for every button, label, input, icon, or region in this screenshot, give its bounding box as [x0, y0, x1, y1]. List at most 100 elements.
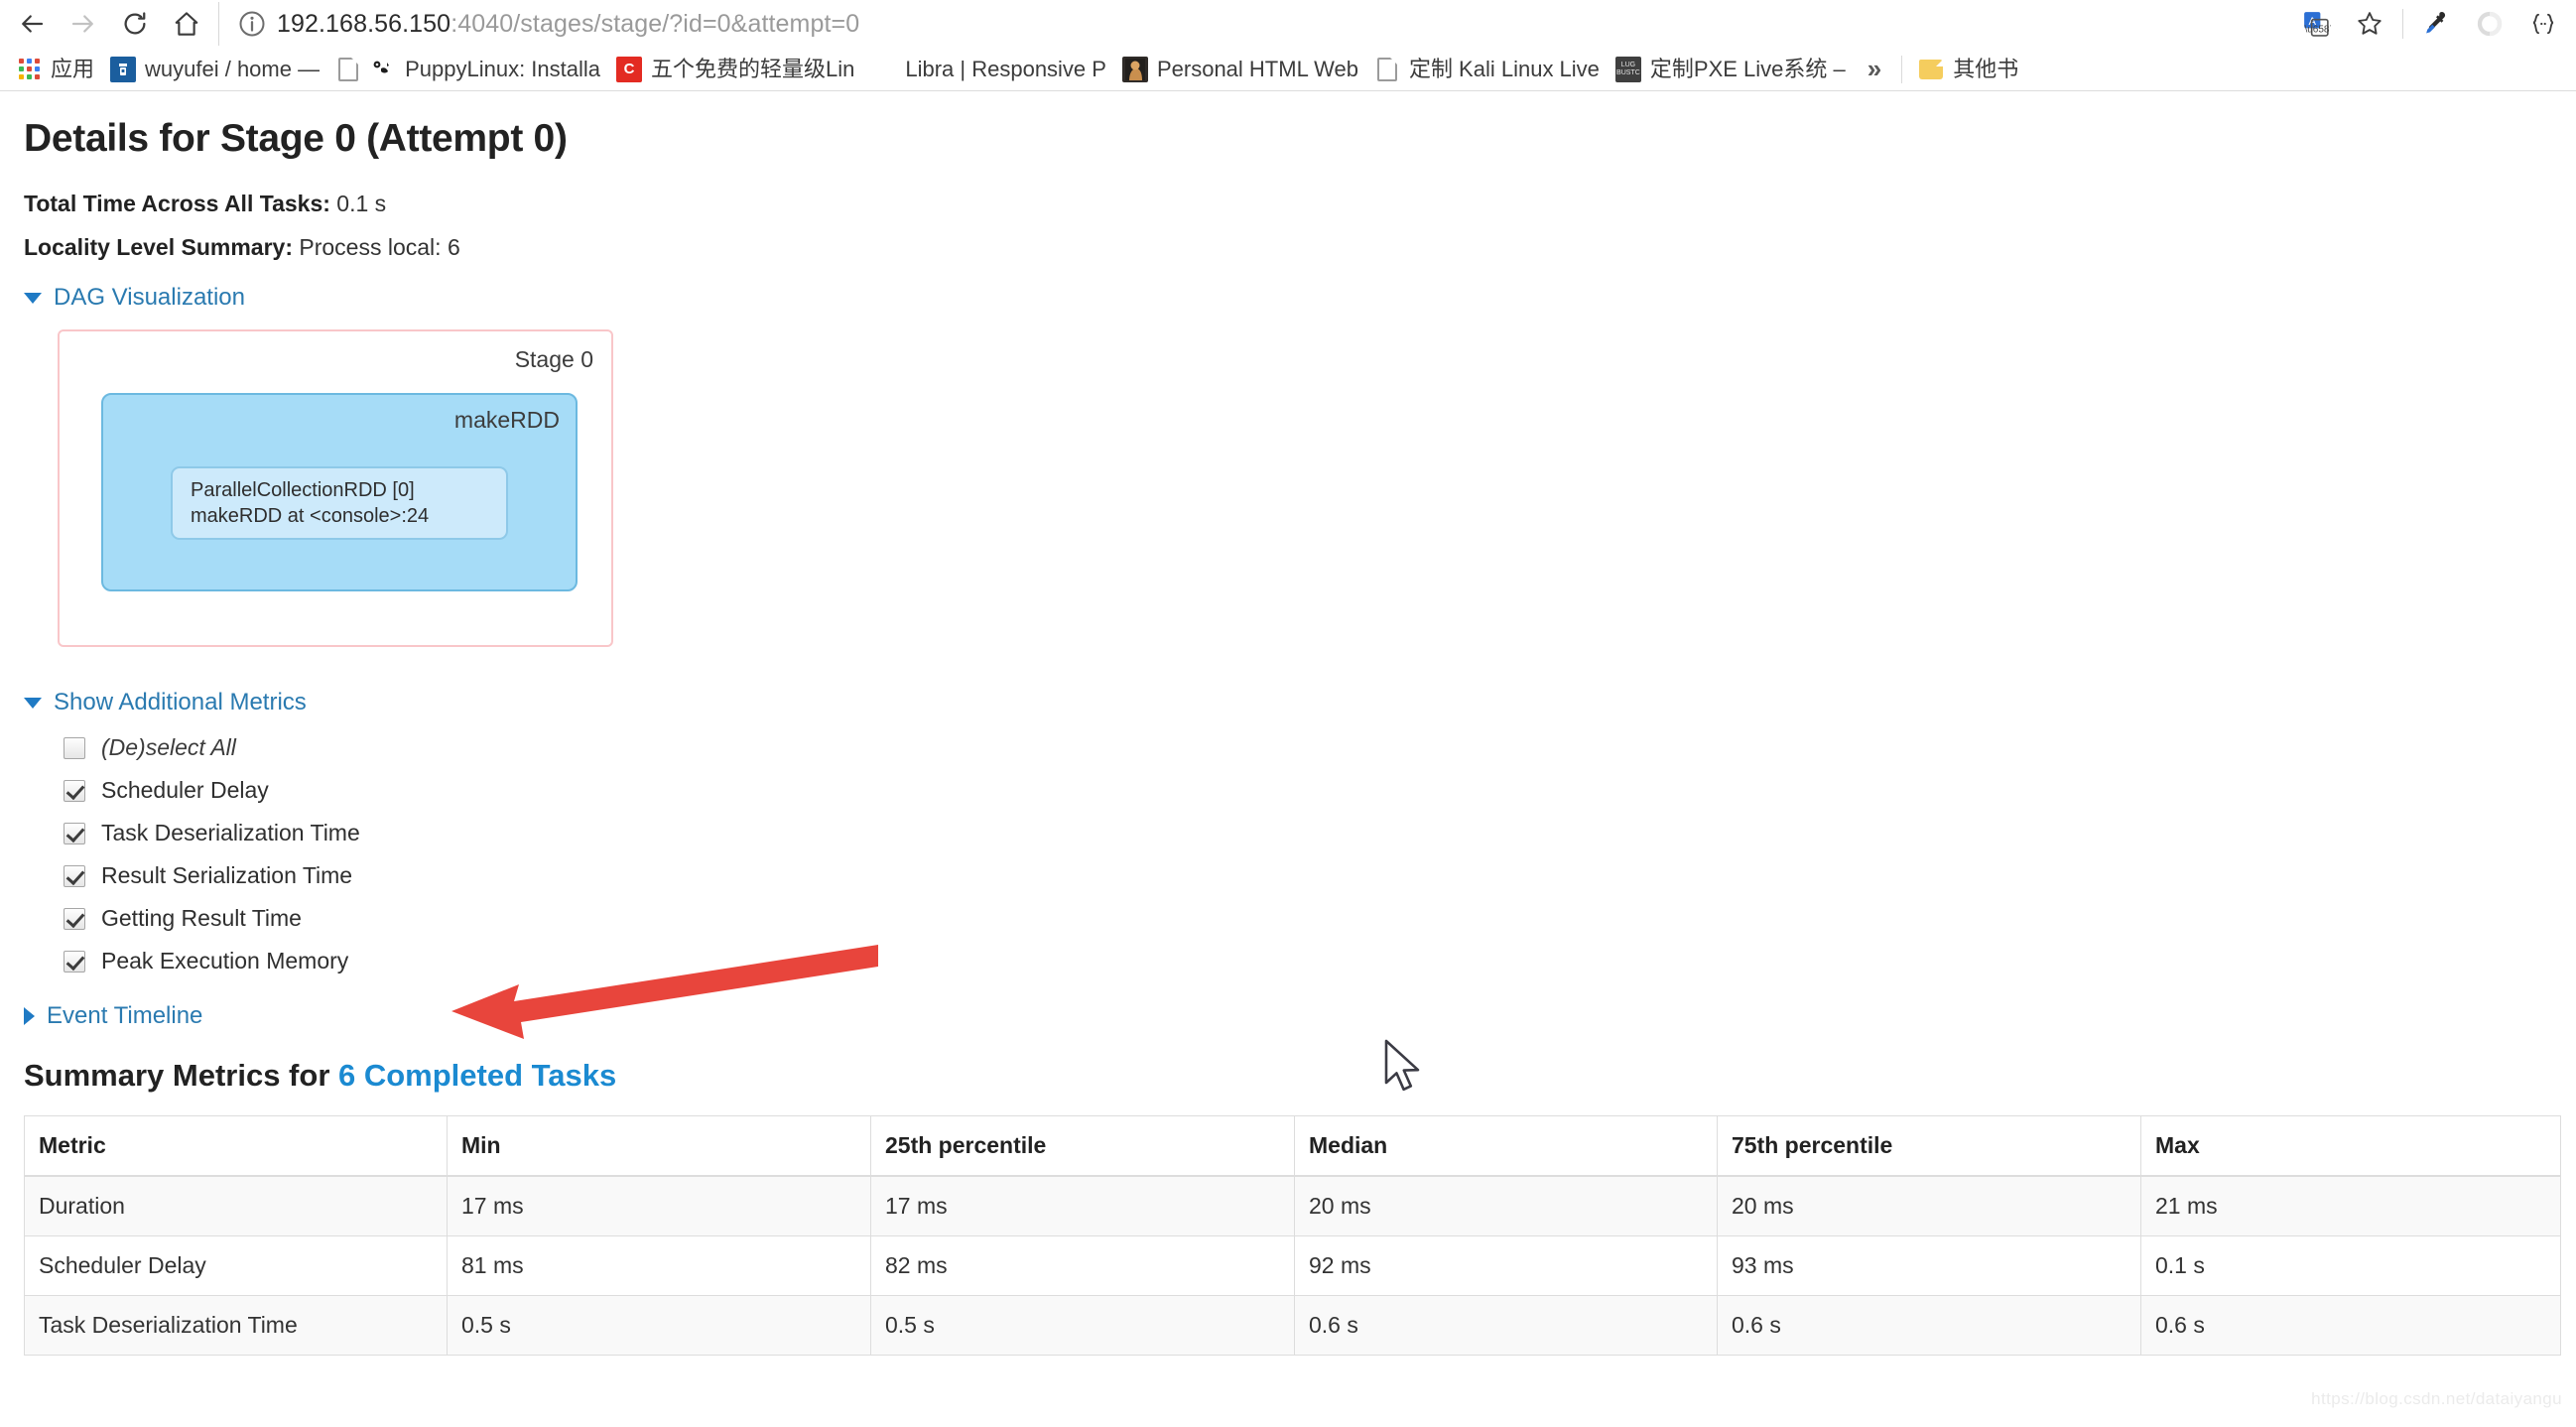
cell-metric: Task Deserialization Time [24, 1295, 448, 1356]
table-row: Duration 17 ms 17 ms 20 ms 20 ms 21 ms [24, 1175, 2561, 1236]
scheduler-delay-checkbox[interactable] [64, 779, 85, 802]
result-serialization-time-checkbox[interactable] [64, 864, 85, 887]
bookmark-item-pxe-live[interactable]: LUG BUSTC 定制PXE Live系统 – [1608, 52, 1854, 87]
metric-option-peak-execution-memory[interactable]: Peak Execution Memory [64, 940, 2552, 982]
dag-visualization-toggle[interactable]: DAG Visualization [24, 284, 2552, 312]
metric-option-getting-result-time[interactable]: Getting Result Time [64, 897, 2552, 940]
blank-favicon-icon [870, 57, 896, 82]
toolbar-actions: A \u6587 [2289, 2, 2570, 46]
dag-visualization-label: DAG Visualization [54, 284, 245, 311]
apps-grid-icon [16, 57, 42, 82]
dag-rdd-node[interactable]: ParallelCollectionRDD [0] makeRDD at <co… [171, 466, 508, 540]
circle-icon [2477, 11, 2503, 37]
translate-icon[interactable]: A \u6587 [2289, 2, 2343, 46]
cell-min: 0.5 s [447, 1295, 871, 1356]
getting-result-time-checkbox[interactable] [64, 907, 85, 930]
bookmark-label: PuppyLinux: Installa [405, 56, 600, 81]
locality-value: Process local: 6 [299, 234, 460, 260]
metric-option-task-deserialization-time[interactable]: Task Deserialization Time [64, 812, 2552, 854]
bookmark-item-puppylinux[interactable]: PuppyLinux: Installa [327, 52, 608, 87]
metric-option-result-serialization-time[interactable]: Result Serialization Time [64, 854, 2552, 897]
column-header-25th[interactable]: 25th percentile [870, 1115, 1295, 1177]
bookmark-item-libra[interactable]: Libra | Responsive P [862, 52, 1114, 87]
column-header-median[interactable]: Median [1294, 1115, 1718, 1177]
url-path: :4040/stages/stage/?id=0&attempt=0 [451, 9, 860, 38]
event-timeline-toggle[interactable]: Event Timeline [24, 1002, 2552, 1030]
bookmark-item-csdn[interactable]: C 五个免费的轻量级Lin [608, 52, 862, 87]
bookmark-label: 定制PXE Live系统 – [1649, 56, 1846, 81]
deselect-all-checkbox[interactable] [64, 736, 85, 759]
caret-down-icon [24, 292, 42, 304]
completed-tasks-link[interactable]: 6 Completed Tasks [338, 1058, 616, 1093]
table-header-row: Metric Min 25th percentile Median 75th p… [24, 1115, 2561, 1177]
cell-metric: Scheduler Delay [24, 1235, 448, 1296]
bookmarks-divider [1901, 55, 1903, 83]
metric-option-scheduler-delay[interactable]: Scheduler Delay [64, 769, 2552, 812]
bookmarks-overflow-button[interactable]: » [1854, 54, 1893, 84]
additional-metrics-list: (De)select All Scheduler Delay Task Dese… [64, 726, 2552, 982]
bookmark-other-bookmarks[interactable]: 其他书 [1910, 52, 2026, 87]
arrow-left-icon [22, 15, 44, 33]
bookmark-star-icon[interactable] [2343, 2, 2396, 46]
total-time-value: 0.1 s [336, 191, 387, 216]
total-time-line: Total Time Across All Tasks: 0.1 s [24, 189, 2552, 218]
cell-median: 92 ms [1294, 1235, 1718, 1296]
browser-chrome: 192.168.56.150:4040/stages/stage/?id=0&a… [0, 0, 2576, 91]
eyedropper-extension-icon[interactable] [2409, 2, 2463, 46]
spark-stage-page: Details for Stage 0 (Attempt 0) Total Ti… [0, 91, 2576, 1419]
browser-toolbar: 192.168.56.150:4040/stages/stage/?id=0&a… [0, 0, 2576, 48]
cell-max: 0.6 s [2140, 1295, 2561, 1356]
summary-metrics-title-prefix: Summary Metrics for [24, 1058, 338, 1093]
bookmark-item-personal-html[interactable]: Personal HTML Web [1114, 52, 1366, 87]
toolbar-separator [2402, 9, 2403, 39]
show-additional-metrics-label: Show Additional Metrics [54, 689, 307, 715]
column-header-max[interactable]: Max [2140, 1115, 2561, 1177]
summary-metrics-table: Metric Min 25th percentile Median 75th p… [24, 1115, 2561, 1356]
bookmark-apps[interactable]: 应用 [8, 52, 102, 87]
metric-option-label: Task Deserialization Time [101, 820, 360, 845]
page-favicon-icon [335, 57, 361, 82]
lug-favicon-icon: LUG BUSTC [1614, 56, 1641, 82]
reload-button[interactable] [109, 2, 161, 46]
metric-option-deselect-all[interactable]: (De)select All [64, 726, 2552, 769]
bookmark-item-kali-live[interactable]: 定制 Kali Linux Live [1366, 52, 1608, 87]
cell-max: 0.1 s [2140, 1235, 2561, 1296]
bookmark-other-label: 其他书 [1953, 56, 2019, 81]
page-title: Details for Stage 0 (Attempt 0) [24, 117, 568, 160]
metric-option-label: Scheduler Delay [101, 777, 269, 803]
dag-stage-box[interactable]: Stage 0 makeRDD ParallelCollectionRDD [0… [58, 329, 613, 647]
dag-operation-label: makeRDD [453, 407, 560, 433]
eyedropper-icon [2426, 12, 2446, 34]
cell-75th: 20 ms [1717, 1175, 2141, 1236]
task-deserialization-time-checkbox[interactable] [64, 822, 85, 844]
column-header-75th[interactable]: 75th percentile [1717, 1115, 2141, 1177]
bookmark-item-bitbucket[interactable]: wuyufei / home — [102, 52, 327, 87]
forward-button[interactable] [58, 2, 109, 46]
url-text: 192.168.56.150:4040/stages/stage/?id=0&a… [277, 10, 859, 39]
home-button[interactable] [161, 2, 212, 46]
circle-extension-icon[interactable] [2463, 2, 2516, 46]
peak-execution-memory-checkbox[interactable] [64, 950, 85, 973]
locality-label: Locality Level Summary: [24, 234, 293, 260]
table-row: Task Deserialization Time 0.5 s 0.5 s 0.… [24, 1295, 2561, 1356]
address-bar[interactable]: 192.168.56.150:4040/stages/stage/?id=0&a… [218, 2, 2289, 46]
cell-median: 20 ms [1294, 1175, 1718, 1236]
show-additional-metrics-toggle[interactable]: Show Additional Metrics [24, 689, 2552, 716]
summary-metrics-title: Summary Metrics for 6 Completed Tasks [24, 1058, 2552, 1094]
back-button[interactable] [6, 2, 58, 46]
bookmark-label: 五个免费的轻量级Lin [651, 56, 855, 81]
metric-option-label: Result Serialization Time [101, 862, 353, 888]
page-info-icon[interactable] [237, 9, 267, 39]
braces-extension-icon[interactable] [2516, 2, 2570, 46]
locality-line: Locality Level Summary: Process local: 6 [24, 232, 2552, 262]
table-row: Scheduler Delay 81 ms 82 ms 92 ms 93 ms … [24, 1235, 2561, 1296]
cell-metric: Duration [24, 1175, 448, 1236]
cell-max: 21 ms [2140, 1175, 2561, 1236]
column-header-min[interactable]: Min [447, 1115, 871, 1177]
cell-min: 81 ms [447, 1235, 871, 1296]
column-header-metric[interactable]: Metric [24, 1115, 448, 1177]
dag-operation-box[interactable]: makeRDD ParallelCollectionRDD [0] makeRD… [101, 393, 578, 591]
metric-option-label: Peak Execution Memory [101, 948, 349, 973]
puppylinux-favicon-icon [370, 57, 396, 82]
caret-right-icon [24, 1007, 35, 1025]
